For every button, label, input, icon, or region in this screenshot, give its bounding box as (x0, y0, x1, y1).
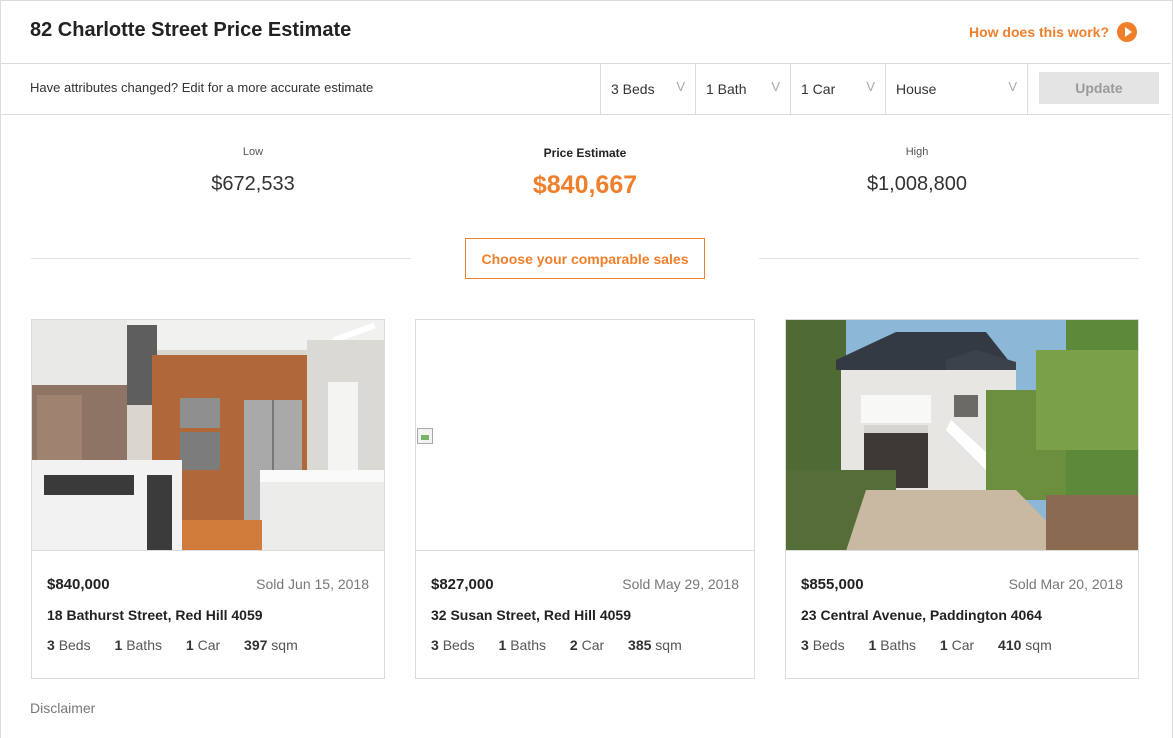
chevron-down-icon: V (676, 79, 685, 94)
property-type-value: House (896, 81, 937, 97)
sale-price: $827,000 (431, 576, 494, 593)
property-photo (416, 320, 754, 551)
attributes-bar: Have attributes changed? Edit for a more… (0, 64, 1171, 115)
broken-image-icon (417, 428, 433, 444)
beds-value: 3 Beds (611, 81, 655, 97)
property-features: 3 Beds 1 Baths 1 Car 397 sqm (47, 637, 318, 653)
comparable-sale-card[interactable]: $840,000 Sold Jun 15, 2018 18 Bathurst S… (31, 319, 385, 679)
chevron-down-icon: V (771, 79, 780, 94)
price-estimate-value: $840,667 (532, 171, 638, 199)
sale-address: 32 Susan Street, Red Hill 4059 (431, 607, 631, 623)
baths-value: 1 Bath (706, 81, 747, 97)
attributes-prompt: Have attributes changed? Edit for a more… (30, 80, 374, 95)
how-does-this-work-link[interactable]: How does this work? (969, 22, 1137, 42)
area-feature: 410 sqm (998, 637, 1052, 653)
property-photo (32, 320, 384, 551)
area-feature: 397 sqm (244, 637, 298, 653)
property-photo (786, 320, 1138, 551)
divider-left (31, 258, 411, 259)
property-features: 3 Beds 1 Baths 2 Car 385 sqm (431, 637, 702, 653)
sale-address: 23 Central Avenue, Paddington 4064 (801, 607, 1042, 623)
property-type-select[interactable]: House V (885, 64, 1027, 114)
low-label: Low (242, 146, 264, 158)
cars-feature: 1 Car (185, 637, 221, 653)
cars-value: 1 Car (801, 81, 836, 97)
cars-feature: 2 Car (569, 637, 605, 653)
sale-price: $855,000 (801, 576, 864, 593)
beds-feature: 3 Beds (431, 637, 475, 653)
baths-feature: 1 Baths (868, 637, 917, 653)
price-estimate: Price Estimate $840,667 (435, 146, 735, 200)
high-value: $1,008,800 (866, 173, 968, 195)
comparable-sale-card[interactable]: $827,000 Sold May 29, 2018 32 Susan Stre… (415, 319, 755, 679)
low-estimate: Low $672,533 (103, 146, 403, 196)
baths-feature: 1 Baths (498, 637, 547, 653)
header: 82 Charlotte Street Price Estimate How d… (0, 0, 1171, 64)
high-estimate: High $1,008,800 (767, 146, 1067, 196)
play-icon (1117, 22, 1137, 42)
choose-comparable-sales-button[interactable]: Choose your comparable sales (465, 238, 705, 279)
page-title: 82 Charlotte Street Price Estimate (30, 19, 352, 41)
divider-right (759, 258, 1139, 259)
update-container: Update (1027, 64, 1171, 114)
area-feature: 385 sqm (628, 637, 682, 653)
property-features: 3 Beds 1 Baths 1 Car 410 sqm (801, 637, 1072, 653)
beds-select[interactable]: 3 Beds V (600, 64, 695, 114)
baths-feature: 1 Baths (114, 637, 163, 653)
baths-select[interactable]: 1 Bath V (695, 64, 790, 114)
high-label: High (905, 146, 929, 158)
sold-date: Sold Mar 20, 2018 (1008, 576, 1123, 592)
low-value: $672,533 (211, 173, 295, 195)
comparable-sale-card[interactable]: $855,000 Sold Mar 20, 2018 23 Central Av… (785, 319, 1139, 679)
cars-feature: 1 Car (939, 637, 975, 653)
chevron-down-icon: V (866, 79, 875, 94)
price-estimate-label: Price Estimate (543, 146, 627, 160)
cars-select[interactable]: 1 Car V (790, 64, 885, 114)
chevron-down-icon: V (1008, 79, 1017, 94)
beds-feature: 3 Beds (801, 637, 845, 653)
update-button[interactable]: Update (1039, 72, 1159, 104)
sold-date: Sold Jun 15, 2018 (256, 576, 369, 592)
sale-price: $840,000 (47, 576, 110, 593)
how-link-label: How does this work? (968, 24, 1109, 40)
disclaimer-link[interactable]: Disclaimer (30, 700, 95, 716)
sale-address: 18 Bathurst Street, Red Hill 4059 (47, 607, 263, 623)
beds-feature: 3 Beds (47, 637, 91, 653)
sold-date: Sold May 29, 2018 (622, 576, 739, 592)
